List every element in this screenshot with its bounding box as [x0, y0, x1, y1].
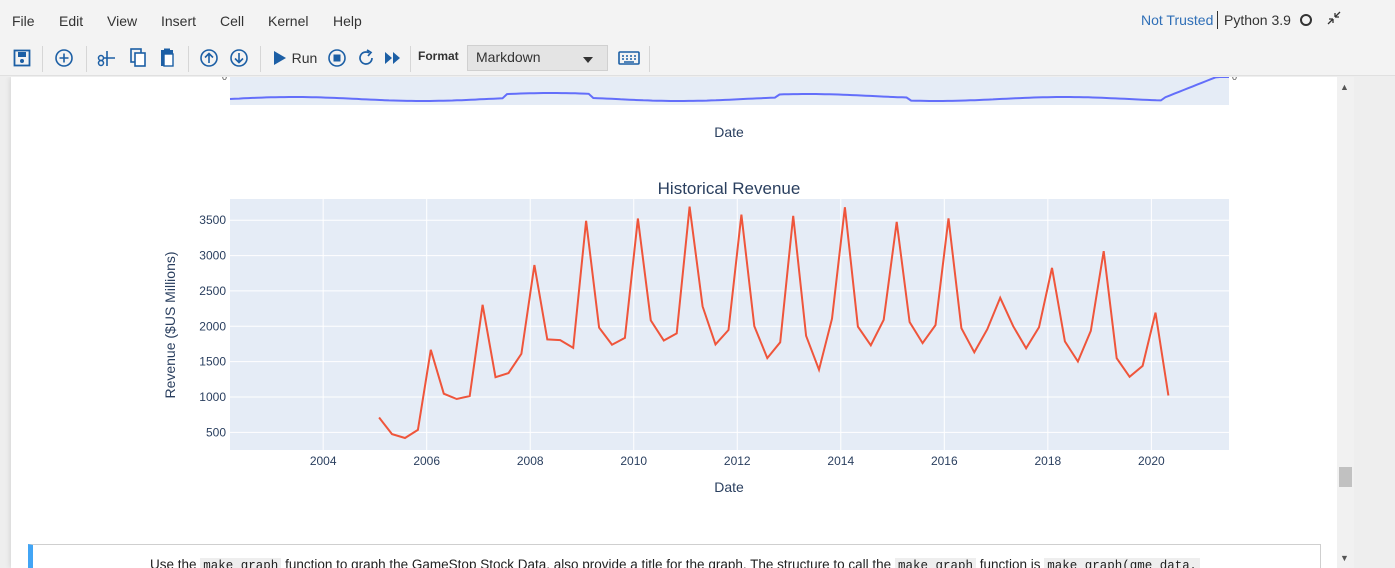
revenue-chart: Historical Revenue 500 1000 1500 2000 2500 30…	[162, 179, 1229, 495]
chevron-down-icon	[583, 57, 593, 63]
y-tick-label: 3000	[199, 249, 226, 263]
md-code-1: make_graph	[200, 558, 282, 568]
menu-file[interactable]: File	[12, 13, 35, 29]
menu-help[interactable]: Help	[333, 13, 362, 29]
trust-status-button[interactable]: Not Trusted	[1141, 12, 1213, 28]
md-text-3: function is	[979, 557, 1041, 568]
scrollbar-thumb[interactable]	[1339, 467, 1352, 487]
menu-cell[interactable]: Cell	[220, 13, 244, 29]
notebook-scrollbar[interactable]	[1337, 77, 1354, 568]
jupyter-notebook-window: File Edit View Insert Cell Kernel Help N…	[0, 0, 1395, 568]
menu-kernel[interactable]: Kernel	[268, 13, 308, 29]
x-tick-label: 2016	[931, 454, 958, 468]
y-tick-label: 2000	[199, 319, 226, 333]
keyboard-icon[interactable]	[617, 46, 641, 70]
menu-insert[interactable]: Insert	[161, 13, 196, 29]
top-chart-x-axis-label: Date	[714, 124, 744, 140]
save-icon[interactable]	[11, 46, 33, 70]
x-tick-label: 2006	[413, 454, 440, 468]
cut-icon[interactable]	[96, 46, 118, 70]
x-tick-label: 2014	[827, 454, 854, 468]
run-label: Run	[291, 50, 318, 66]
revenue-chart-title: Historical Revenue	[658, 179, 801, 198]
stop-icon[interactable]	[326, 46, 348, 70]
y-tick-label: 3500	[199, 213, 226, 227]
top-chart-tick: 0	[1232, 77, 1237, 82]
markdown-cell-text: Use the make_graph function to graph the…	[150, 557, 1201, 568]
md-code-3: make_graph(gme_data,	[1044, 558, 1201, 568]
y-tick-label: 1000	[199, 390, 226, 404]
fast-forward-icon[interactable]	[382, 46, 404, 70]
notebook-container: 0 0 Date Historical Revenue 500 1000 1500 2…	[0, 77, 1395, 568]
paste-icon[interactable]	[157, 46, 179, 70]
x-tick-label: 2018	[1034, 454, 1061, 468]
menu-view[interactable]: View	[107, 13, 137, 29]
top-chart: 0 0 Date	[222, 77, 1237, 140]
x-tick-label: 2020	[1138, 454, 1165, 468]
output-area: 0 0 Date Historical Revenue 500 1000 1500 2…	[162, 77, 1237, 495]
menu-edit[interactable]: Edit	[59, 13, 83, 29]
kernel-idle-indicator-icon	[1300, 14, 1312, 26]
menu-bar: File Edit View Insert Cell Kernel Help N…	[0, 0, 1395, 40]
kernel-name: Python 3.9	[1224, 12, 1291, 28]
y-tick-label: 2500	[199, 284, 226, 298]
kernel-separator	[1217, 11, 1218, 29]
move-up-icon[interactable]	[198, 46, 220, 70]
y-tick-label: 1500	[199, 355, 226, 369]
y-tick-label: 500	[206, 425, 226, 439]
x-tick-label: 2008	[517, 454, 544, 468]
x-tick-label: 2004	[310, 454, 337, 468]
revenue-chart-x-axis-label: Date	[714, 479, 744, 495]
collapse-header-icon[interactable]	[1326, 10, 1342, 29]
cell-type-select[interactable]: Markdown	[467, 45, 608, 71]
run-button[interactable]: Run	[270, 46, 320, 70]
run-icon	[273, 51, 286, 65]
scroll-down-arrow-icon[interactable]: ▼	[1340, 553, 1349, 563]
scroll-up-arrow-icon[interactable]: ▲	[1340, 82, 1349, 92]
x-tick-label: 2010	[620, 454, 647, 468]
x-tick-label: 2012	[724, 454, 751, 468]
copy-icon[interactable]	[127, 46, 149, 70]
markdown-cell[interactable]: Use the make_graph function to graph the…	[28, 544, 1321, 568]
move-down-icon[interactable]	[228, 46, 250, 70]
toolbar: Run Format	[0, 40, 1395, 76]
top-chart-tick: 0	[222, 77, 227, 82]
restart-icon[interactable]	[355, 46, 377, 70]
md-text-1: Use the	[150, 557, 197, 568]
format-label: Format	[418, 49, 459, 63]
cell-type-value: Markdown	[476, 49, 541, 65]
md-code-2: make_graph	[894, 558, 976, 568]
md-text-2: function to graph the GameStop Stock Dat…	[285, 557, 892, 568]
add-cell-icon[interactable]	[53, 46, 75, 70]
revenue-chart-y-axis-label: Revenue ($US Millions)	[162, 251, 178, 398]
